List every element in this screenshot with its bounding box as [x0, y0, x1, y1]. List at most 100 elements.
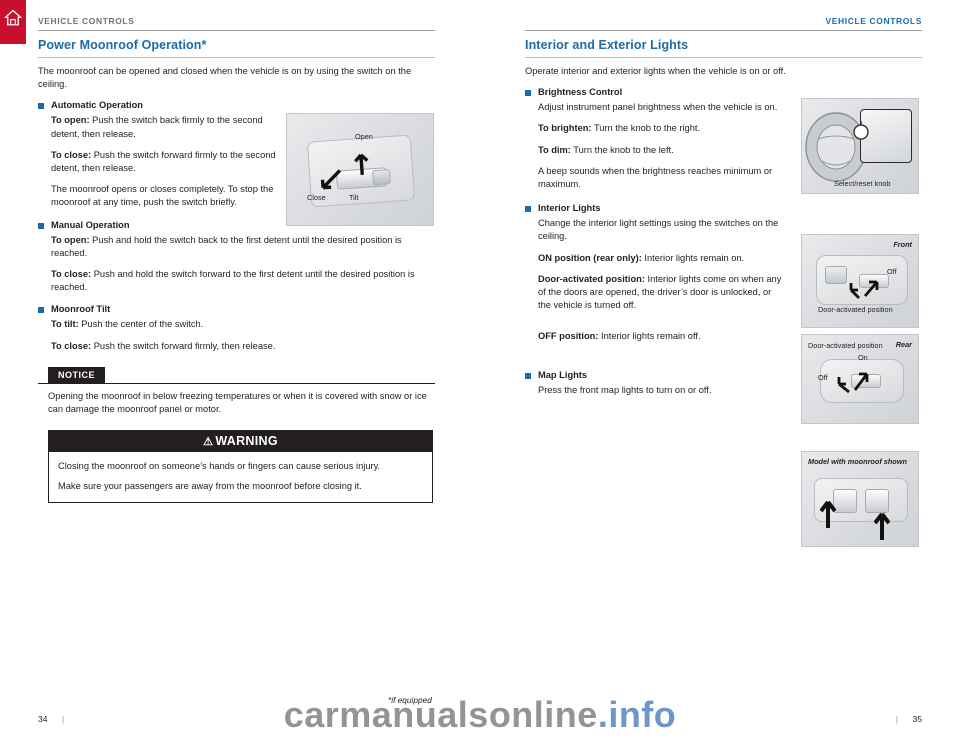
- label-rear: Rear: [895, 340, 912, 349]
- header-left: VEHICLE CONTROLS: [38, 16, 135, 26]
- subhead-map-lights: Map Lights: [525, 370, 785, 380]
- on-position-para: ON position (rear only): Interior lights…: [538, 252, 785, 265]
- watermark-part2: .info: [597, 694, 677, 735]
- moonroof-tilt-button[interactable]: [371, 168, 391, 186]
- map-lights-illustration: Model with moonroof shown: [801, 451, 919, 547]
- rear-switch-arrows-icon: [837, 372, 869, 394]
- manual-close-para: To close: Push and hold the switch forwa…: [51, 268, 435, 294]
- brightness-knob-illustration: Select/reset knob: [801, 98, 919, 194]
- warning-title: WARNING: [215, 434, 278, 449]
- off-position-text: Interior lights remain off.: [598, 331, 701, 342]
- bullet-square-icon: [38, 103, 44, 110]
- interior-lights-front-illustration: Front Off Door-activated position: [801, 234, 919, 328]
- auto-open-label: To open:: [51, 115, 90, 126]
- subhead-brightness-control: Brightness Control: [525, 87, 785, 97]
- tilt-close-para: To close: Push the switch forward firmly…: [51, 340, 435, 353]
- footer-divider-right: |: [895, 714, 898, 724]
- manual-open-label: To open:: [51, 234, 90, 245]
- map-lights-body: Press the front map lights to turn on or…: [525, 384, 785, 397]
- subhead-label: Interior Lights: [538, 203, 601, 214]
- map-light-arrow-left-icon: [820, 500, 836, 528]
- watermark-part1: carmanualsonline: [283, 694, 598, 735]
- brightness-body: Adjust instrument panel brightness when …: [525, 101, 785, 191]
- front-light-panel: [816, 255, 908, 305]
- auto-open-para: To open: Push the switch back firmly to …: [51, 114, 288, 140]
- manual-close-label: To close:: [51, 269, 92, 280]
- moonroof-arrow-open-icon: [354, 153, 369, 176]
- home-tab[interactable]: [0, 0, 26, 44]
- watermark: carmanualsonline.info: [0, 694, 960, 736]
- header-rule-left: [38, 30, 435, 31]
- label-front-off: Off: [887, 267, 897, 276]
- tilt-text: Push the center of the switch.: [78, 319, 204, 330]
- subhead-label: Map Lights: [538, 369, 588, 380]
- notice-box: Opening the moonroof in below freezing t…: [38, 382, 435, 416]
- dim-para: To dim: Turn the knob to the left.: [538, 144, 785, 157]
- brighten-label: To brighten:: [538, 123, 592, 134]
- on-position-label: ON position (rear only):: [538, 252, 642, 263]
- subhead-moonroof-tilt: Moonroof Tilt: [38, 304, 435, 314]
- moonroof-switch-illustration: Open Close Tilt: [286, 113, 434, 226]
- rear-light-panel: [820, 359, 904, 403]
- brightness-intro: Adjust instrument panel brightness when …: [538, 102, 778, 113]
- tilt-close-label: To close:: [51, 340, 92, 351]
- warning-title-bar: ⚠ WARNING: [49, 431, 432, 453]
- notice-tag: NOTICE: [48, 366, 106, 383]
- warning-triangle-icon: ⚠: [203, 436, 214, 449]
- bullet-square-icon: [525, 372, 531, 379]
- left-section-title: Power Moonroof Operation*: [38, 38, 207, 52]
- label-front-door-activated: Door-activated position: [818, 305, 893, 314]
- bullet-square-icon: [38, 307, 44, 314]
- dim-text: Turn the knob to the left.: [570, 144, 674, 155]
- subhead-automatic-operation: Automatic Operation: [38, 100, 435, 110]
- label-front: Front: [893, 240, 912, 249]
- warning-body: Closing the moonroof on someone’s hands …: [49, 452, 432, 502]
- right-column: Interior and Exterior Lights Operate int…: [525, 38, 922, 405]
- moonroof-tilt-body: To tilt: Push the center of the switch. …: [38, 318, 435, 352]
- manual-open-para: To open: Push and hold the switch back t…: [51, 234, 435, 260]
- moonroof-arrow-close-icon: [320, 169, 342, 190]
- map-light-left-button[interactable]: [833, 489, 857, 513]
- warning-box: ⚠ WARNING Closing the moonroof on someone…: [48, 430, 433, 504]
- bullet-square-icon: [525, 206, 531, 213]
- label-rear-on: On: [858, 353, 868, 362]
- home-icon: [4, 9, 22, 26]
- warning-line-2: Make sure your passengers are away from …: [58, 481, 362, 492]
- caption-model-with-moonroof: Model with moonroof shown: [808, 457, 907, 466]
- left-title-rule: [38, 57, 435, 58]
- interior-intro: Change the interior light settings using…: [538, 218, 779, 242]
- brightness-knob-icon[interactable]: [848, 119, 874, 145]
- right-title-rule: [525, 57, 922, 58]
- subhead-label: Brightness Control: [538, 87, 623, 98]
- right-section-title: Interior and Exterior Lights: [525, 38, 689, 52]
- interior-lights-rear-illustration: Rear Door-activated position On Off: [801, 334, 919, 424]
- front-map-light-left[interactable]: [825, 266, 847, 284]
- subhead-label: Automatic Operation: [51, 100, 143, 111]
- subhead-label: Manual Operation: [51, 219, 130, 230]
- bullet-square-icon: [38, 222, 44, 229]
- bullet-square-icon: [525, 90, 531, 97]
- right-intro: Operate interior and exterior lights whe…: [525, 66, 786, 76]
- page-number-right: 35: [912, 714, 922, 724]
- manual-close-text: Push and hold the switch forward to the …: [51, 269, 415, 293]
- interior-lights-body: Change the interior light settings using…: [525, 217, 785, 343]
- page-number-left: 34: [38, 714, 48, 724]
- label-rear-off: Off: [818, 373, 828, 382]
- tilt-close-text: Push the switch forward firmly, then rel…: [91, 340, 276, 351]
- label-open: Open: [355, 132, 373, 141]
- manual-open-text: Push and hold the switch back to the fir…: [51, 234, 402, 258]
- footer-divider-left: |: [62, 714, 65, 724]
- door-activated-para: Door-activated position: Interior lights…: [538, 273, 785, 313]
- brighten-text: Turn the knob to the right.: [591, 123, 701, 134]
- auto-close-label: To close:: [51, 149, 92, 160]
- dim-label: To dim:: [538, 144, 571, 155]
- off-position-label: OFF position:: [538, 331, 599, 342]
- label-close: Close: [307, 193, 326, 202]
- subhead-interior-lights: Interior Lights: [525, 203, 785, 213]
- tilt-label: To tilt:: [51, 319, 79, 330]
- automatic-operation-body: To open: Push the switch back firmly to …: [38, 114, 288, 209]
- auto-close-para: To close: Push the switch forward firmly…: [51, 149, 288, 175]
- manual-operation-body: To open: Push and hold the switch back t…: [38, 234, 435, 295]
- subhead-label: Moonroof Tilt: [51, 304, 111, 315]
- notice-block: NOTICE Opening the moonroof in below fre…: [38, 361, 435, 416]
